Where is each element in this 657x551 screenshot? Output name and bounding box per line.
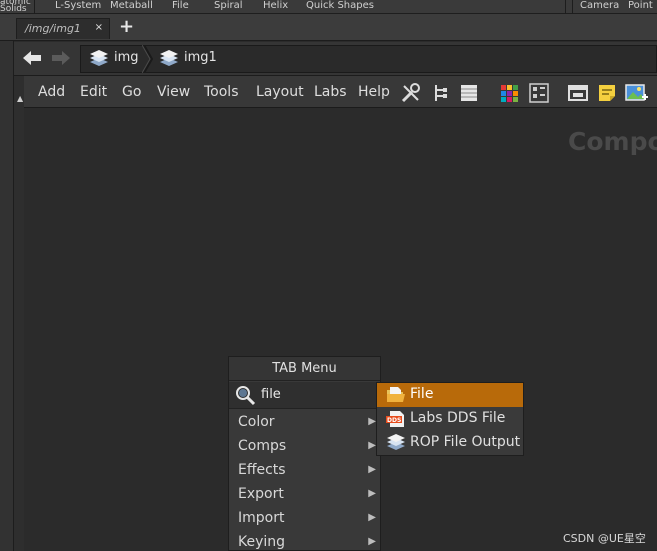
submenu-arrow-icon: ▶ <box>368 440 376 451</box>
category-label: Import <box>238 510 285 526</box>
network-stack-icon <box>88 48 110 70</box>
menu-layout[interactable]: Layout <box>256 84 304 100</box>
result-rop-file-output[interactable]: ROP File Output <box>377 431 523 455</box>
category-label: Keying <box>238 534 286 550</box>
result-label: ROP File Output <box>410 434 521 450</box>
collapse-arrow-icon[interactable]: ▲ <box>17 94 23 103</box>
menu-go[interactable]: Go <box>122 84 141 100</box>
forward-arrow-icon[interactable] <box>51 50 71 70</box>
svg-text:DDS: DDS <box>387 417 401 424</box>
file-folder-icon <box>386 386 406 404</box>
shelf-item-l-system[interactable]: L-System <box>55 0 101 12</box>
dds-file-icon: DDS <box>386 410 406 428</box>
wrench-tools-icon[interactable] <box>400 82 422 104</box>
tab-menu-title: TAB Menu <box>229 357 380 381</box>
breadcrumb-separator-icon <box>141 44 154 74</box>
tab-menu-category-keying[interactable]: Keying ▶ <box>229 531 380 551</box>
tab-menu-category-import[interactable]: Import ▶ <box>229 507 380 531</box>
background-image-icon[interactable] <box>625 82 648 104</box>
submenu-arrow-icon: ▶ <box>368 488 376 499</box>
menu-tools[interactable]: Tools <box>204 84 239 100</box>
sticky-note-icon[interactable] <box>596 82 618 104</box>
shelf-item-point[interactable]: Point <box>628 0 653 12</box>
close-tab-icon[interactable]: × <box>95 22 103 33</box>
result-label: File <box>410 386 434 402</box>
submenu-arrow-icon: ▶ <box>368 416 376 427</box>
tab-label: /img/img1 <box>25 22 81 35</box>
result-label: Labs DDS File <box>410 410 506 426</box>
breadcrumb-img1[interactable]: img1 <box>184 50 217 65</box>
tab-menu-category-effects[interactable]: Effects ▶ <box>229 459 380 483</box>
back-arrow-icon[interactable] <box>22 50 42 70</box>
tab-menu-category-export[interactable]: Export ▶ <box>229 483 380 507</box>
menu-add[interactable]: Add <box>38 84 65 100</box>
shelf-item-quick-shapes[interactable]: Quick Shapes <box>306 0 374 12</box>
network-box-icon[interactable] <box>567 82 589 104</box>
category-label: Export <box>238 486 284 502</box>
search-results-popup: File DDS Labs DDS File ROP File Output <box>376 382 524 456</box>
result-file[interactable]: File <box>377 383 523 407</box>
submenu-arrow-icon: ▶ <box>368 464 376 475</box>
breadcrumb-img[interactable]: img <box>114 50 139 65</box>
category-label: Comps <box>238 438 287 454</box>
submenu-arrow-icon: ▶ <box>368 512 376 523</box>
shelf-item-file[interactable]: File <box>172 0 189 12</box>
menu-view[interactable]: View <box>157 84 190 100</box>
shelf-item-camera[interactable]: Camera <box>580 0 619 12</box>
shelf-bar: atomic Solids L-System Metaball File Spi… <box>0 0 657 14</box>
shape-palette-icon[interactable] <box>528 82 550 104</box>
menu-edit[interactable]: Edit <box>80 84 107 100</box>
left-pane-edge <box>0 14 14 551</box>
search-input[interactable]: file <box>261 387 281 402</box>
menu-labs[interactable]: Labs <box>314 84 347 100</box>
tab-img-img1[interactable]: /img/img1 × <box>16 18 110 39</box>
shelf-item-helix[interactable]: Helix <box>263 0 288 12</box>
tab-menu: TAB Menu file Color ▶ Comps ▶ Effects ▶ Exp… <box>228 356 381 551</box>
rop-output-icon <box>386 434 406 452</box>
network-stack-icon <box>158 48 180 70</box>
side-strip <box>14 76 24 551</box>
new-tab-button[interactable]: + <box>119 17 134 37</box>
menu-help[interactable]: Help <box>358 84 390 100</box>
shelf-item-spiral[interactable]: Spiral <box>214 0 243 12</box>
tab-menu-search[interactable]: file <box>229 382 380 409</box>
category-label: Color <box>238 414 275 430</box>
tab-menu-category-color[interactable]: Color ▶ <box>229 411 380 435</box>
network-context-title: Compo <box>568 127 657 156</box>
shelf-item-metaball[interactable]: Metaball <box>110 0 153 12</box>
color-palette-icon[interactable] <box>498 82 520 104</box>
list-view-icon[interactable] <box>458 82 480 104</box>
result-labs-dds-file[interactable]: DDS Labs DDS File <box>377 407 523 431</box>
tab-menu-category-comps[interactable]: Comps ▶ <box>229 435 380 459</box>
tree-view-icon[interactable] <box>430 82 452 104</box>
submenu-arrow-icon: ▶ <box>368 536 376 547</box>
watermark: CSDN @UE星空 <box>563 532 646 545</box>
search-icon <box>234 384 256 406</box>
category-label: Effects <box>238 462 286 478</box>
